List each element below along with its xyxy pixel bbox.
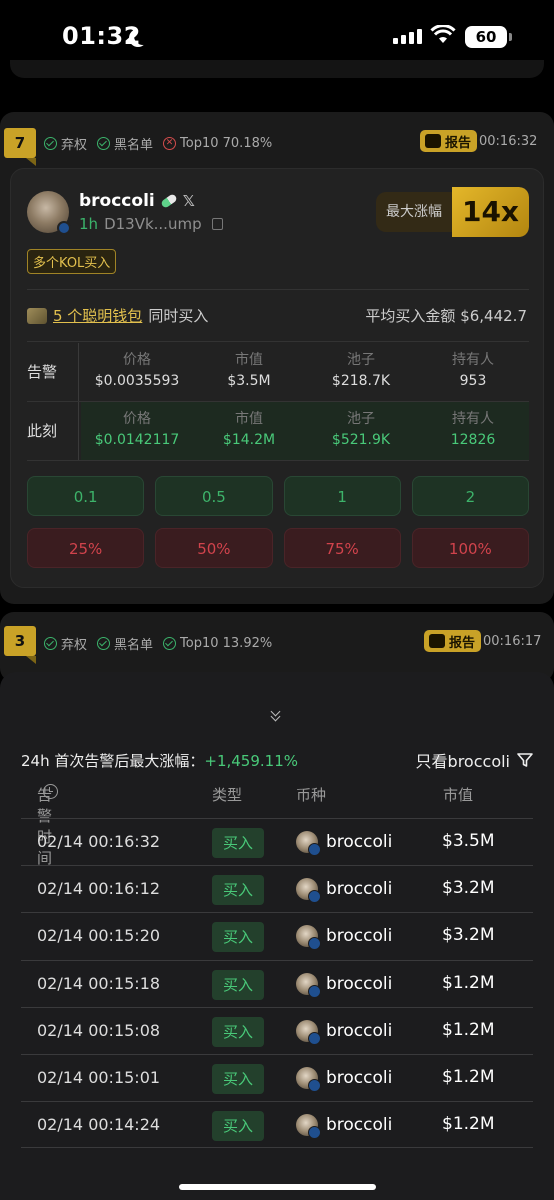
filter-toggle[interactable]: 只看broccoli <box>416 748 534 772</box>
wifi-icon <box>430 25 456 43</box>
coin-avatar <box>296 831 321 856</box>
report-button[interactable]: 报告 <box>424 630 482 652</box>
table-row[interactable]: 02/14 00:15:08 买入 broccoli $1.2M <box>21 1006 533 1054</box>
signal-icon <box>393 29 422 44</box>
cell-holders: 持有人 953 <box>452 352 494 389</box>
rank-badge: 7 <box>4 128 36 166</box>
check-icon <box>97 137 111 150</box>
cell-holders: 持有人 12826 <box>450 411 496 448</box>
buy-button-0-1[interactable]: 0.1 <box>27 476 145 516</box>
clock-icon <box>43 784 58 799</box>
check-blacklist: 黑名单 <box>97 134 153 153</box>
now-row: 此刻 价格 $0.0142117 市值 $14.2M 池子 $521.9K 持有人 12… <box>27 402 529 460</box>
sheet-title: 24h 首次告警后最大涨幅：+1,459.11% <box>21 752 298 770</box>
table-row[interactable]: 02/14 00:15:18 买入 broccoli $1.2M <box>21 959 533 1007</box>
max-rise-badge: 最大涨幅 14x <box>375 187 529 237</box>
sell-button-50[interactable]: 50% <box>155 528 273 568</box>
table-row[interactable]: 02/14 00:16:32 买入 broccoli $3.5M <box>21 818 533 865</box>
alert-row: 告警 价格 $0.0035593 市值 $3.5M 池子 $218.7K 持有人 953 <box>27 343 529 401</box>
copy-icon[interactable] <box>211 218 223 230</box>
smart-wallets: 5 个聪明钱包 同时买入 <box>27 305 208 326</box>
coin-avatar <box>296 1066 321 1092</box>
check-icon <box>44 137 57 150</box>
header-coin: 币种 <box>296 786 327 804</box>
check-renounced: 弃权 <box>44 634 87 653</box>
sell-button-75[interactable]: 75% <box>283 528 401 568</box>
alert-time: 00:16:32 <box>479 134 538 149</box>
token-name: broccoli 𝕏 <box>79 191 195 211</box>
status-time: 01:32 <box>62 22 141 50</box>
smart-wallets-link[interactable]: 5 个聪明钱包 <box>53 305 142 326</box>
buy-buttons: 0.1 0.5 1 2 <box>27 476 529 516</box>
history-list: 02/14 00:16:32 买入 broccoli $3.5M 02/14 0… <box>21 818 533 1149</box>
check-renounced: 弃权 <box>44 134 87 153</box>
coin-avatar <box>296 925 321 951</box>
battery-icon: 60 <box>465 26 512 48</box>
cell-mc: 市值 $14.2M <box>222 411 276 448</box>
type-badge: 买入 <box>212 1063 264 1094</box>
sell-button-100[interactable]: 100% <box>411 528 529 568</box>
avg-buy-amount: 平均买入金额 $6,442.7 <box>365 307 527 325</box>
report-button[interactable]: 报告 <box>420 130 478 152</box>
check-blacklist: 黑名单 <box>97 634 153 653</box>
rank-badge: 3 <box>4 626 36 664</box>
type-badge: 买入 <box>212 828 264 858</box>
table-row[interactable]: 02/14 00:14:24 买入 broccoli $1.2M <box>21 1101 533 1149</box>
token-card[interactable]: broccoli 𝕏 1h D13Vk...ump 多个KOL买入 最大涨幅 1… <box>10 168 544 588</box>
table-row[interactable]: 02/14 00:15:01 买入 broccoli $1.2M <box>21 1053 533 1101</box>
coin-avatar <box>296 1019 321 1045</box>
cross-icon: ✕ <box>163 137 177 150</box>
token-address: D13Vk...ump <box>104 215 202 233</box>
table-row[interactable]: 02/14 00:15:20 买入 broccoli $3.2M <box>21 912 533 959</box>
coin-avatar <box>296 878 321 904</box>
type-badge: 买入 <box>212 922 264 953</box>
alert-time: 00:16:17 <box>483 634 542 649</box>
alert-card[interactable]: 7 弃权 黑名单 ✕ Top10 70.18% 报告 00:16:32 brocc… <box>0 112 554 604</box>
alert-checks: 弃权 黑名单 Top10 13.92% <box>44 634 272 653</box>
cell-pool: 池子 $521.9K <box>331 411 391 448</box>
table-header: 告警时间 类型 币种 市值 <box>37 784 474 867</box>
wallet-icon <box>27 307 47 324</box>
coin-avatar <box>296 972 321 998</box>
cell-price: 价格 $0.0142117 <box>94 411 180 448</box>
check-icon <box>163 637 177 650</box>
type-badge: 买入 <box>212 875 264 906</box>
report-icon <box>425 134 441 148</box>
filter-icon <box>517 753 533 767</box>
previous-card <box>10 60 544 78</box>
divider <box>27 289 529 290</box>
collapse-chevron-icon[interactable] <box>269 708 283 722</box>
header-type: 类型 <box>212 786 243 804</box>
divider <box>27 460 529 461</box>
report-icon <box>429 634 445 648</box>
cell-pool: 池子 $218.7K <box>331 352 391 389</box>
token-meta: 1h D13Vk...ump <box>79 215 223 233</box>
divider <box>27 341 529 342</box>
sell-button-25[interactable]: 25% <box>27 528 145 568</box>
check-icon <box>44 637 57 650</box>
check-icon <box>97 637 111 650</box>
home-indicator[interactable] <box>179 1184 376 1190</box>
coin-avatar <box>296 1114 321 1140</box>
table-row[interactable]: 02/14 00:16:12 买入 broccoli $3.2M <box>21 865 533 912</box>
alert-checks: 弃权 黑名单 ✕ Top10 70.18% <box>44 134 272 153</box>
buy-button-0-5[interactable]: 0.5 <box>155 476 273 516</box>
cell-price: 价格 $0.0035593 <box>94 352 180 389</box>
chain-icon <box>57 221 71 235</box>
check-top10: ✕ Top10 70.18% <box>163 136 272 151</box>
type-badge: 买入 <box>212 969 264 1000</box>
moon-icon <box>134 27 152 45</box>
x-twitter-icon[interactable]: 𝕏 <box>183 192 195 210</box>
type-badge: 买入 <box>212 1016 264 1047</box>
kol-tag: 多个KOL买入 <box>27 249 117 274</box>
header-mc: 市值 <box>443 786 474 804</box>
buy-button-1[interactable]: 1 <box>283 476 401 516</box>
buy-button-2[interactable]: 2 <box>411 476 529 516</box>
check-top10: Top10 13.92% <box>163 636 272 651</box>
type-badge: 买入 <box>212 1111 264 1142</box>
history-sheet: 24h 首次告警后最大涨幅：+1,459.11% 只看broccoli 告警时间… <box>0 672 554 1200</box>
pill-icon <box>159 193 178 209</box>
sell-buttons: 25% 50% 75% 100% <box>27 528 529 568</box>
cell-mc: 市值 $3.5M <box>227 352 271 389</box>
